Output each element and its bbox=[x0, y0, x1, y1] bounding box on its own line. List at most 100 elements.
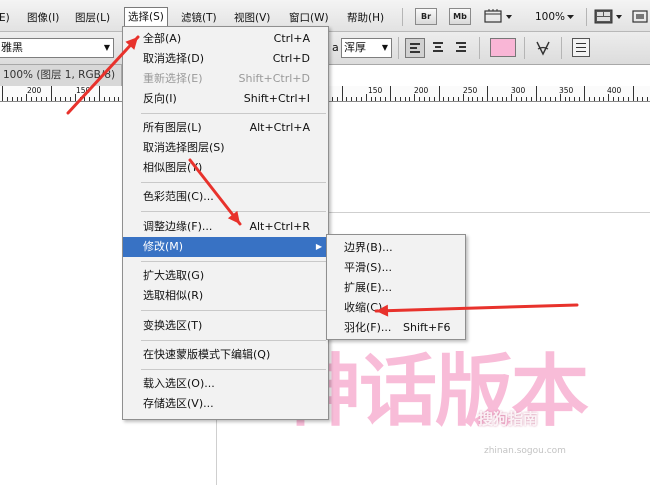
ruler-tick bbox=[414, 94, 416, 101]
ruler-tick bbox=[21, 97, 23, 101]
menu-item-label: 相似图层(Y) bbox=[143, 161, 203, 174]
ruler-tick bbox=[60, 97, 62, 101]
watermark: 搜狗指南 bbox=[478, 410, 539, 428]
submenu-item-expand[interactable]: 扩展(E)... bbox=[327, 278, 465, 298]
menu-item-quick-mask[interactable]: 在快速蒙版模式下编辑(Q) bbox=[123, 345, 328, 365]
menu-item-label: 取消选择图层(S) bbox=[143, 141, 225, 154]
ruler-tick bbox=[45, 97, 47, 101]
ruler-label: 300 bbox=[511, 86, 526, 95]
watermark-url: zhinan.sogou.com bbox=[484, 446, 566, 456]
ruler-label: 150 bbox=[368, 86, 383, 95]
menu-item-modify[interactable]: 修改(M) ▶ bbox=[123, 237, 328, 257]
zoom-dropdown-icon[interactable] bbox=[566, 8, 576, 25]
align-left-icon[interactable] bbox=[405, 38, 425, 58]
ruler-tick bbox=[574, 97, 576, 101]
warp-text-icon[interactable] bbox=[534, 38, 552, 62]
menu-item-shortcut: Ctrl+A bbox=[273, 32, 310, 45]
ruler-tick bbox=[380, 97, 382, 101]
menu-item-deselect[interactable]: 取消选择(D) Ctrl+D bbox=[123, 49, 328, 69]
ruler-tick bbox=[94, 97, 96, 101]
submenu-item-feather[interactable]: 羽化(F)... Shift+F6 bbox=[327, 318, 465, 338]
menu-separator bbox=[141, 340, 326, 341]
menu-item-save-selection[interactable]: 存储选区(V)... bbox=[123, 394, 328, 414]
menu-item-label: 变换选区(T) bbox=[143, 319, 203, 332]
ruler-tick bbox=[501, 97, 503, 101]
ruler-tick bbox=[113, 97, 115, 101]
chevron-down-icon: ▼ bbox=[103, 43, 110, 52]
document-tab[interactable]: 100% (图层 1, RGB/8) bbox=[0, 65, 122, 86]
ruler-tick bbox=[108, 97, 110, 101]
menu-select[interactable]: 选择(S) bbox=[124, 7, 168, 27]
character-panel-icon[interactable] bbox=[572, 38, 590, 57]
menu-separator bbox=[141, 182, 326, 183]
zoom-level[interactable]: 100% bbox=[535, 9, 565, 26]
ruler-tick bbox=[2, 86, 3, 101]
menu-image[interactable]: 图像(I) bbox=[27, 9, 59, 27]
antialias-select[interactable]: 浑厚 ▼ bbox=[341, 38, 392, 58]
ruler-tick bbox=[31, 97, 33, 101]
menu-item-all-layers[interactable]: 所有图层(L) Alt+Ctrl+A bbox=[123, 118, 328, 138]
ruler-tick bbox=[506, 97, 508, 101]
menu-item-select-all[interactable]: 全部(A) Ctrl+A bbox=[123, 29, 328, 49]
ruler-tick bbox=[453, 97, 455, 101]
ruler-tick bbox=[647, 97, 649, 101]
menu-item-grow[interactable]: 扩大选取(G) bbox=[123, 266, 328, 286]
ruler-tick bbox=[467, 97, 469, 101]
ruler-tick bbox=[331, 97, 333, 101]
ruler-tick bbox=[370, 97, 372, 101]
ruler-tick bbox=[65, 97, 67, 101]
ruler-tick bbox=[356, 97, 358, 101]
menu-window[interactable]: 窗口(W) bbox=[289, 9, 329, 27]
menu-filter[interactable]: 滤镜(T) bbox=[181, 9, 217, 27]
submenu-item-label: 收缩(C)... bbox=[344, 301, 393, 314]
align-center-icon[interactable] bbox=[429, 38, 449, 58]
ruler-tick bbox=[545, 97, 547, 101]
font-family-value: 雅黑 bbox=[1, 41, 23, 54]
ruler-tick bbox=[496, 97, 498, 101]
menu-item-transform-selection[interactable]: 变换选区(T) bbox=[123, 316, 328, 336]
ruler-label: 250 bbox=[463, 86, 478, 95]
ruler-tick bbox=[419, 97, 421, 101]
align-right-icon[interactable] bbox=[452, 38, 472, 58]
chevron-down-icon: ▼ bbox=[381, 43, 388, 52]
ruler-tick bbox=[336, 97, 338, 101]
menu-item-refine-edge[interactable]: 调整边缘(F)... Alt+Ctrl+R bbox=[123, 217, 328, 237]
menu-item-shortcut: Ctrl+D bbox=[272, 52, 310, 65]
font-family-select[interactable]: 雅黑 ▼ bbox=[0, 38, 114, 58]
menu-item-deselect-layers[interactable]: 取消选择图层(S) bbox=[123, 138, 328, 158]
menu-item-label: 所有图层(L) bbox=[143, 121, 202, 134]
submenu-item-smooth[interactable]: 平滑(S)... bbox=[327, 258, 465, 278]
ruler-tick bbox=[11, 97, 13, 101]
ruler-tick bbox=[84, 97, 86, 101]
menu-edit[interactable]: E) bbox=[0, 9, 10, 27]
menu-view[interactable]: 视图(V) bbox=[234, 9, 270, 27]
screen-mode-icon[interactable] bbox=[632, 8, 650, 25]
text-color-swatch[interactable] bbox=[490, 38, 516, 57]
menu-layer[interactable]: 图层(L) bbox=[75, 9, 110, 27]
ruler-tick bbox=[360, 97, 362, 101]
menu-item-label: 取消选择(D) bbox=[143, 52, 205, 65]
menu-item-similar-layers[interactable]: 相似图层(Y) bbox=[123, 158, 328, 178]
submenu-item-border[interactable]: 边界(B)... bbox=[327, 238, 465, 258]
mini-bridge-icon[interactable]: Mb bbox=[449, 8, 471, 25]
bridge-icon[interactable]: Br bbox=[415, 8, 437, 25]
submenu-item-contract[interactable]: 收缩(C)... bbox=[327, 298, 465, 318]
ruler-tick bbox=[535, 86, 537, 101]
ruler-tick bbox=[491, 97, 493, 101]
menu-help[interactable]: 帮助(H) bbox=[347, 9, 384, 27]
menu-item-inverse[interactable]: 反向(I) Shift+Ctrl+I bbox=[123, 89, 328, 109]
ruler-tick bbox=[438, 86, 440, 101]
ruler-tick bbox=[462, 94, 464, 101]
ruler-tick bbox=[642, 97, 644, 101]
menu-item-label: 选取相似(R) bbox=[143, 289, 204, 302]
menu-item-similar[interactable]: 选取相似(R) bbox=[123, 286, 328, 306]
submenu-item-label: 扩展(E)... bbox=[344, 281, 393, 294]
ruler-tick bbox=[99, 86, 100, 101]
menu-item-color-range[interactable]: 色彩范围(C)... bbox=[123, 187, 328, 207]
ruler-tick bbox=[622, 97, 624, 101]
ruler-label: 150 bbox=[76, 86, 91, 95]
extras-icon[interactable] bbox=[484, 8, 514, 25]
ruler-tick bbox=[530, 97, 532, 101]
arrange-documents-icon[interactable] bbox=[594, 8, 624, 25]
menu-item-load-selection[interactable]: 载入选区(O)... bbox=[123, 374, 328, 394]
